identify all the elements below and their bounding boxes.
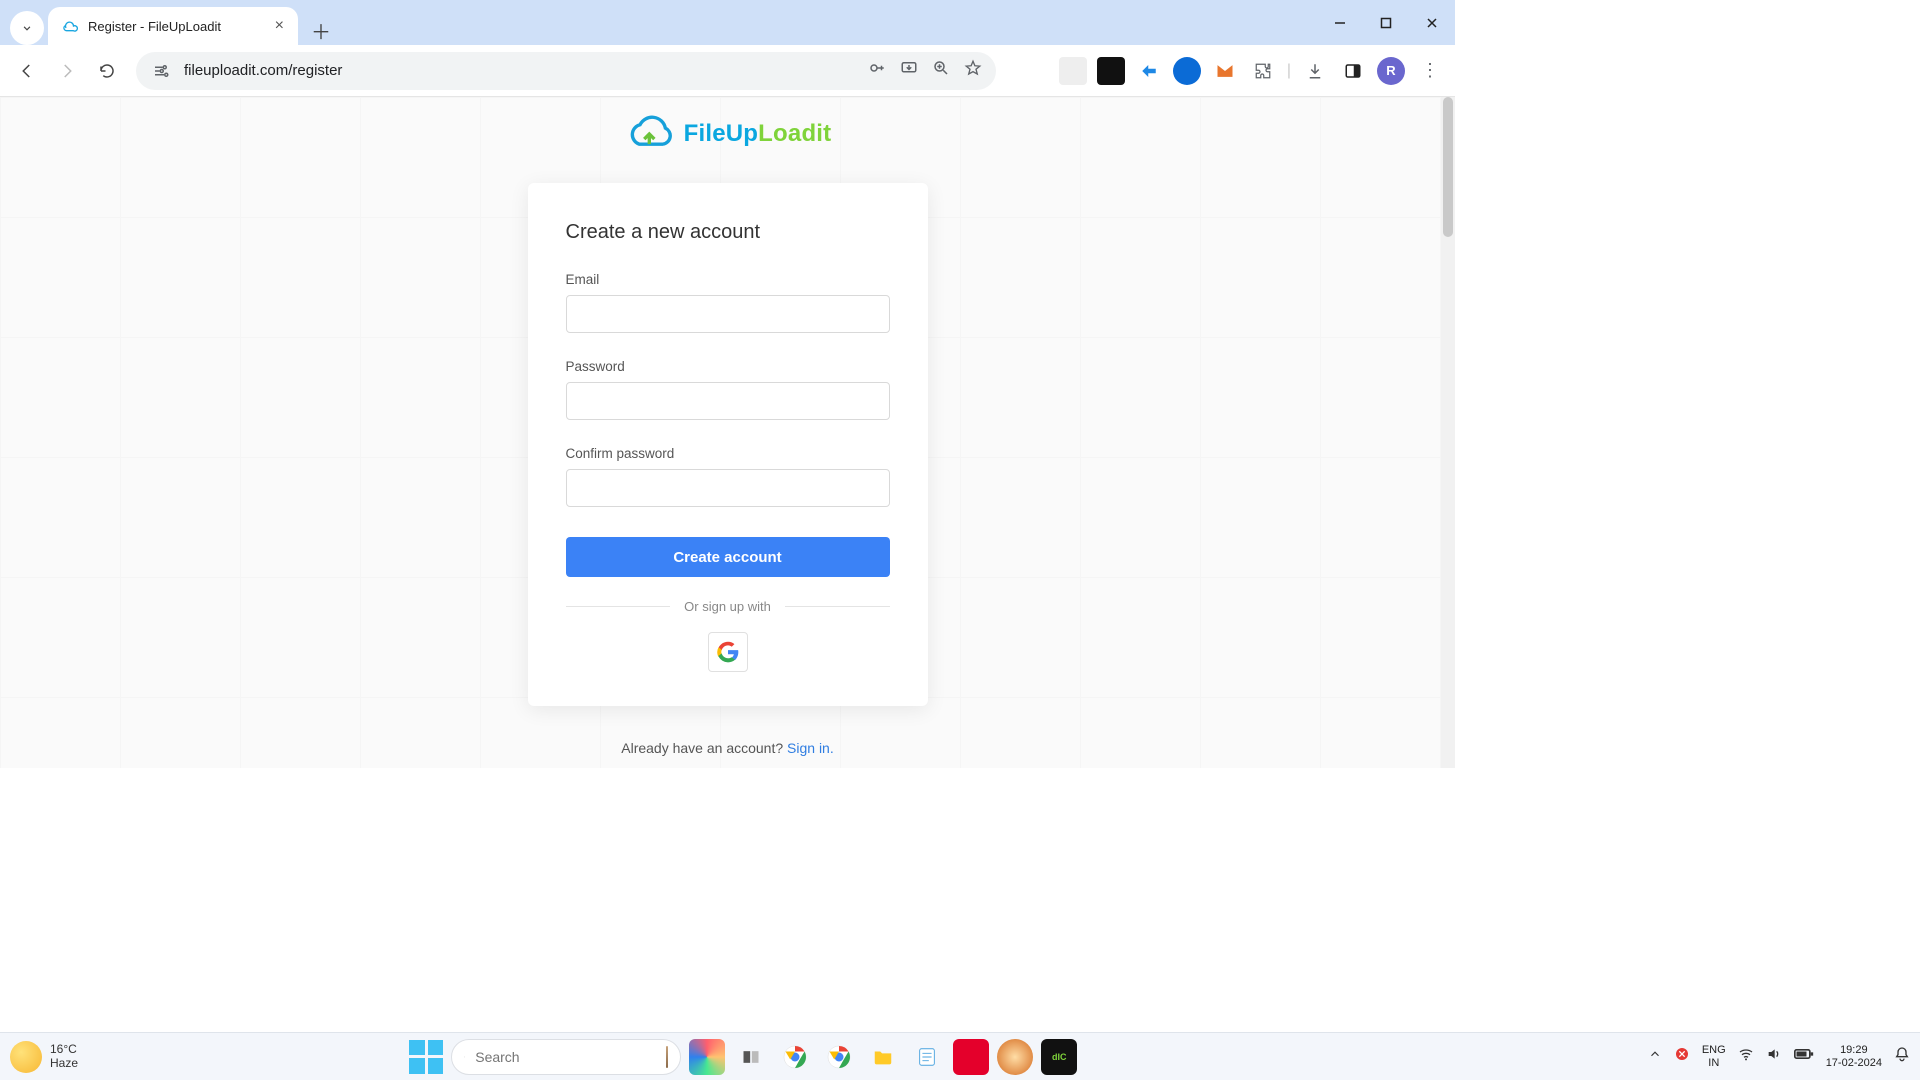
browser-tab[interactable]: Register - FileUpLoadit × <box>48 7 298 45</box>
confirm-password-label: Confirm password <box>566 446 890 461</box>
tray-volume-icon[interactable] <box>1766 1046 1782 1067</box>
side-panel-icon[interactable] <box>1339 57 1367 85</box>
downloads-icon[interactable] <box>1301 57 1329 85</box>
profile-avatar[interactable]: R <box>1377 57 1405 85</box>
chrome-menu-button[interactable]: ⋮ <box>1415 60 1445 81</box>
window-maximize-button[interactable] <box>1363 0 1409 45</box>
reload-icon <box>98 62 116 80</box>
taskbar-search-input[interactable] <box>475 1049 656 1065</box>
tray-lang-2: IN <box>1708 1057 1719 1070</box>
install-app-icon[interactable] <box>900 59 918 82</box>
tray-clock[interactable]: 19:29 17-02-2024 <box>1826 1044 1882 1069</box>
window-close-button[interactable] <box>1409 0 1455 45</box>
extension-icon-3[interactable] <box>1135 57 1163 85</box>
signin-prompt-text: Already have an account? <box>621 740 787 756</box>
taskbar-app-dark[interactable]: dIC <box>1041 1039 1077 1075</box>
taskbar-app-orange[interactable] <box>997 1039 1033 1075</box>
taskbar-app-1[interactable] <box>689 1039 725 1075</box>
tray-wifi-icon[interactable] <box>1738 1046 1754 1067</box>
tab-title: Register - FileUpLoadit <box>88 19 265 34</box>
tab-close-button[interactable]: × <box>275 17 284 35</box>
taskbar-notepad[interactable] <box>909 1039 945 1075</box>
google-icon <box>717 641 739 663</box>
password-label: Password <box>566 359 890 374</box>
taskbar-chrome-2[interactable] <box>821 1039 857 1075</box>
nav-back-button[interactable] <box>10 54 44 88</box>
divider-text: Or sign up with <box>684 599 771 614</box>
tray-security-icon[interactable] <box>1674 1046 1690 1067</box>
start-button[interactable] <box>409 1040 443 1074</box>
signin-prompt: Already have an account? Sign in. <box>621 740 833 756</box>
tray-time: 19:29 <box>1840 1044 1868 1057</box>
password-input[interactable] <box>566 382 890 420</box>
nav-forward-button <box>50 54 84 88</box>
tray-date: 17-02-2024 <box>1826 1057 1882 1070</box>
search-thumb-icon <box>666 1046 668 1068</box>
window-minimize-button[interactable] <box>1317 0 1363 45</box>
bookmark-star-icon[interactable] <box>964 59 982 82</box>
site-info-button[interactable] <box>150 60 172 82</box>
weather-temp: 16°C <box>50 1043 78 1056</box>
nav-reload-button[interactable] <box>90 54 124 88</box>
url-input[interactable] <box>184 62 848 79</box>
new-tab-button[interactable]: ＋ <box>306 15 336 45</box>
extension-icon-2[interactable] <box>1097 57 1125 85</box>
logo-text: FileUpLoadit <box>684 120 832 148</box>
social-divider: Or sign up with <box>566 599 890 614</box>
tray-chevron-icon[interactable] <box>1648 1047 1662 1066</box>
email-label: Email <box>566 272 890 287</box>
arrow-right-icon <box>58 62 76 80</box>
tray-battery-icon[interactable] <box>1794 1047 1814 1066</box>
weather-cond: Haze <box>50 1057 78 1070</box>
extension-icon-5[interactable] <box>1211 57 1239 85</box>
cloud-upload-icon <box>624 115 678 153</box>
task-view-button[interactable] <box>733 1039 769 1075</box>
tab-favicon-icon <box>62 18 78 34</box>
taskbar-weather[interactable]: 16°C Haze <box>10 1041 120 1073</box>
create-account-button[interactable]: Create account <box>566 537 890 577</box>
search-icon <box>464 1049 465 1065</box>
arrow-left-icon <box>18 62 36 80</box>
address-bar[interactable] <box>136 52 996 90</box>
extension-icon-4[interactable] <box>1173 57 1201 85</box>
card-heading: Create a new account <box>566 221 890 244</box>
extensions-puzzle-icon[interactable] <box>1249 57 1277 85</box>
site-logo: FileUpLoadit <box>624 115 832 153</box>
taskbar-app-red[interactable] <box>953 1039 989 1075</box>
chevron-down-icon <box>20 21 34 35</box>
tray-language[interactable]: ENG IN <box>1702 1044 1726 1069</box>
tab-search-button[interactable] <box>10 11 44 45</box>
tune-icon <box>152 62 170 80</box>
email-input[interactable] <box>566 295 890 333</box>
password-key-icon[interactable] <box>868 59 886 82</box>
register-card: Create a new account Email Password Conf… <box>528 183 928 706</box>
signin-link[interactable]: Sign in. <box>787 740 834 756</box>
google-signup-button[interactable] <box>708 632 748 672</box>
confirm-password-input[interactable] <box>566 469 890 507</box>
weather-icon <box>10 1041 42 1073</box>
taskbar-chrome-1[interactable] <box>777 1039 813 1075</box>
zoom-icon[interactable] <box>932 59 950 82</box>
extension-icon-1[interactable] <box>1059 57 1087 85</box>
taskbar-search[interactable] <box>451 1039 681 1075</box>
tray-notifications-icon[interactable] <box>1894 1046 1910 1067</box>
taskbar-explorer[interactable] <box>865 1039 901 1075</box>
tray-lang-1: ENG <box>1702 1044 1726 1057</box>
